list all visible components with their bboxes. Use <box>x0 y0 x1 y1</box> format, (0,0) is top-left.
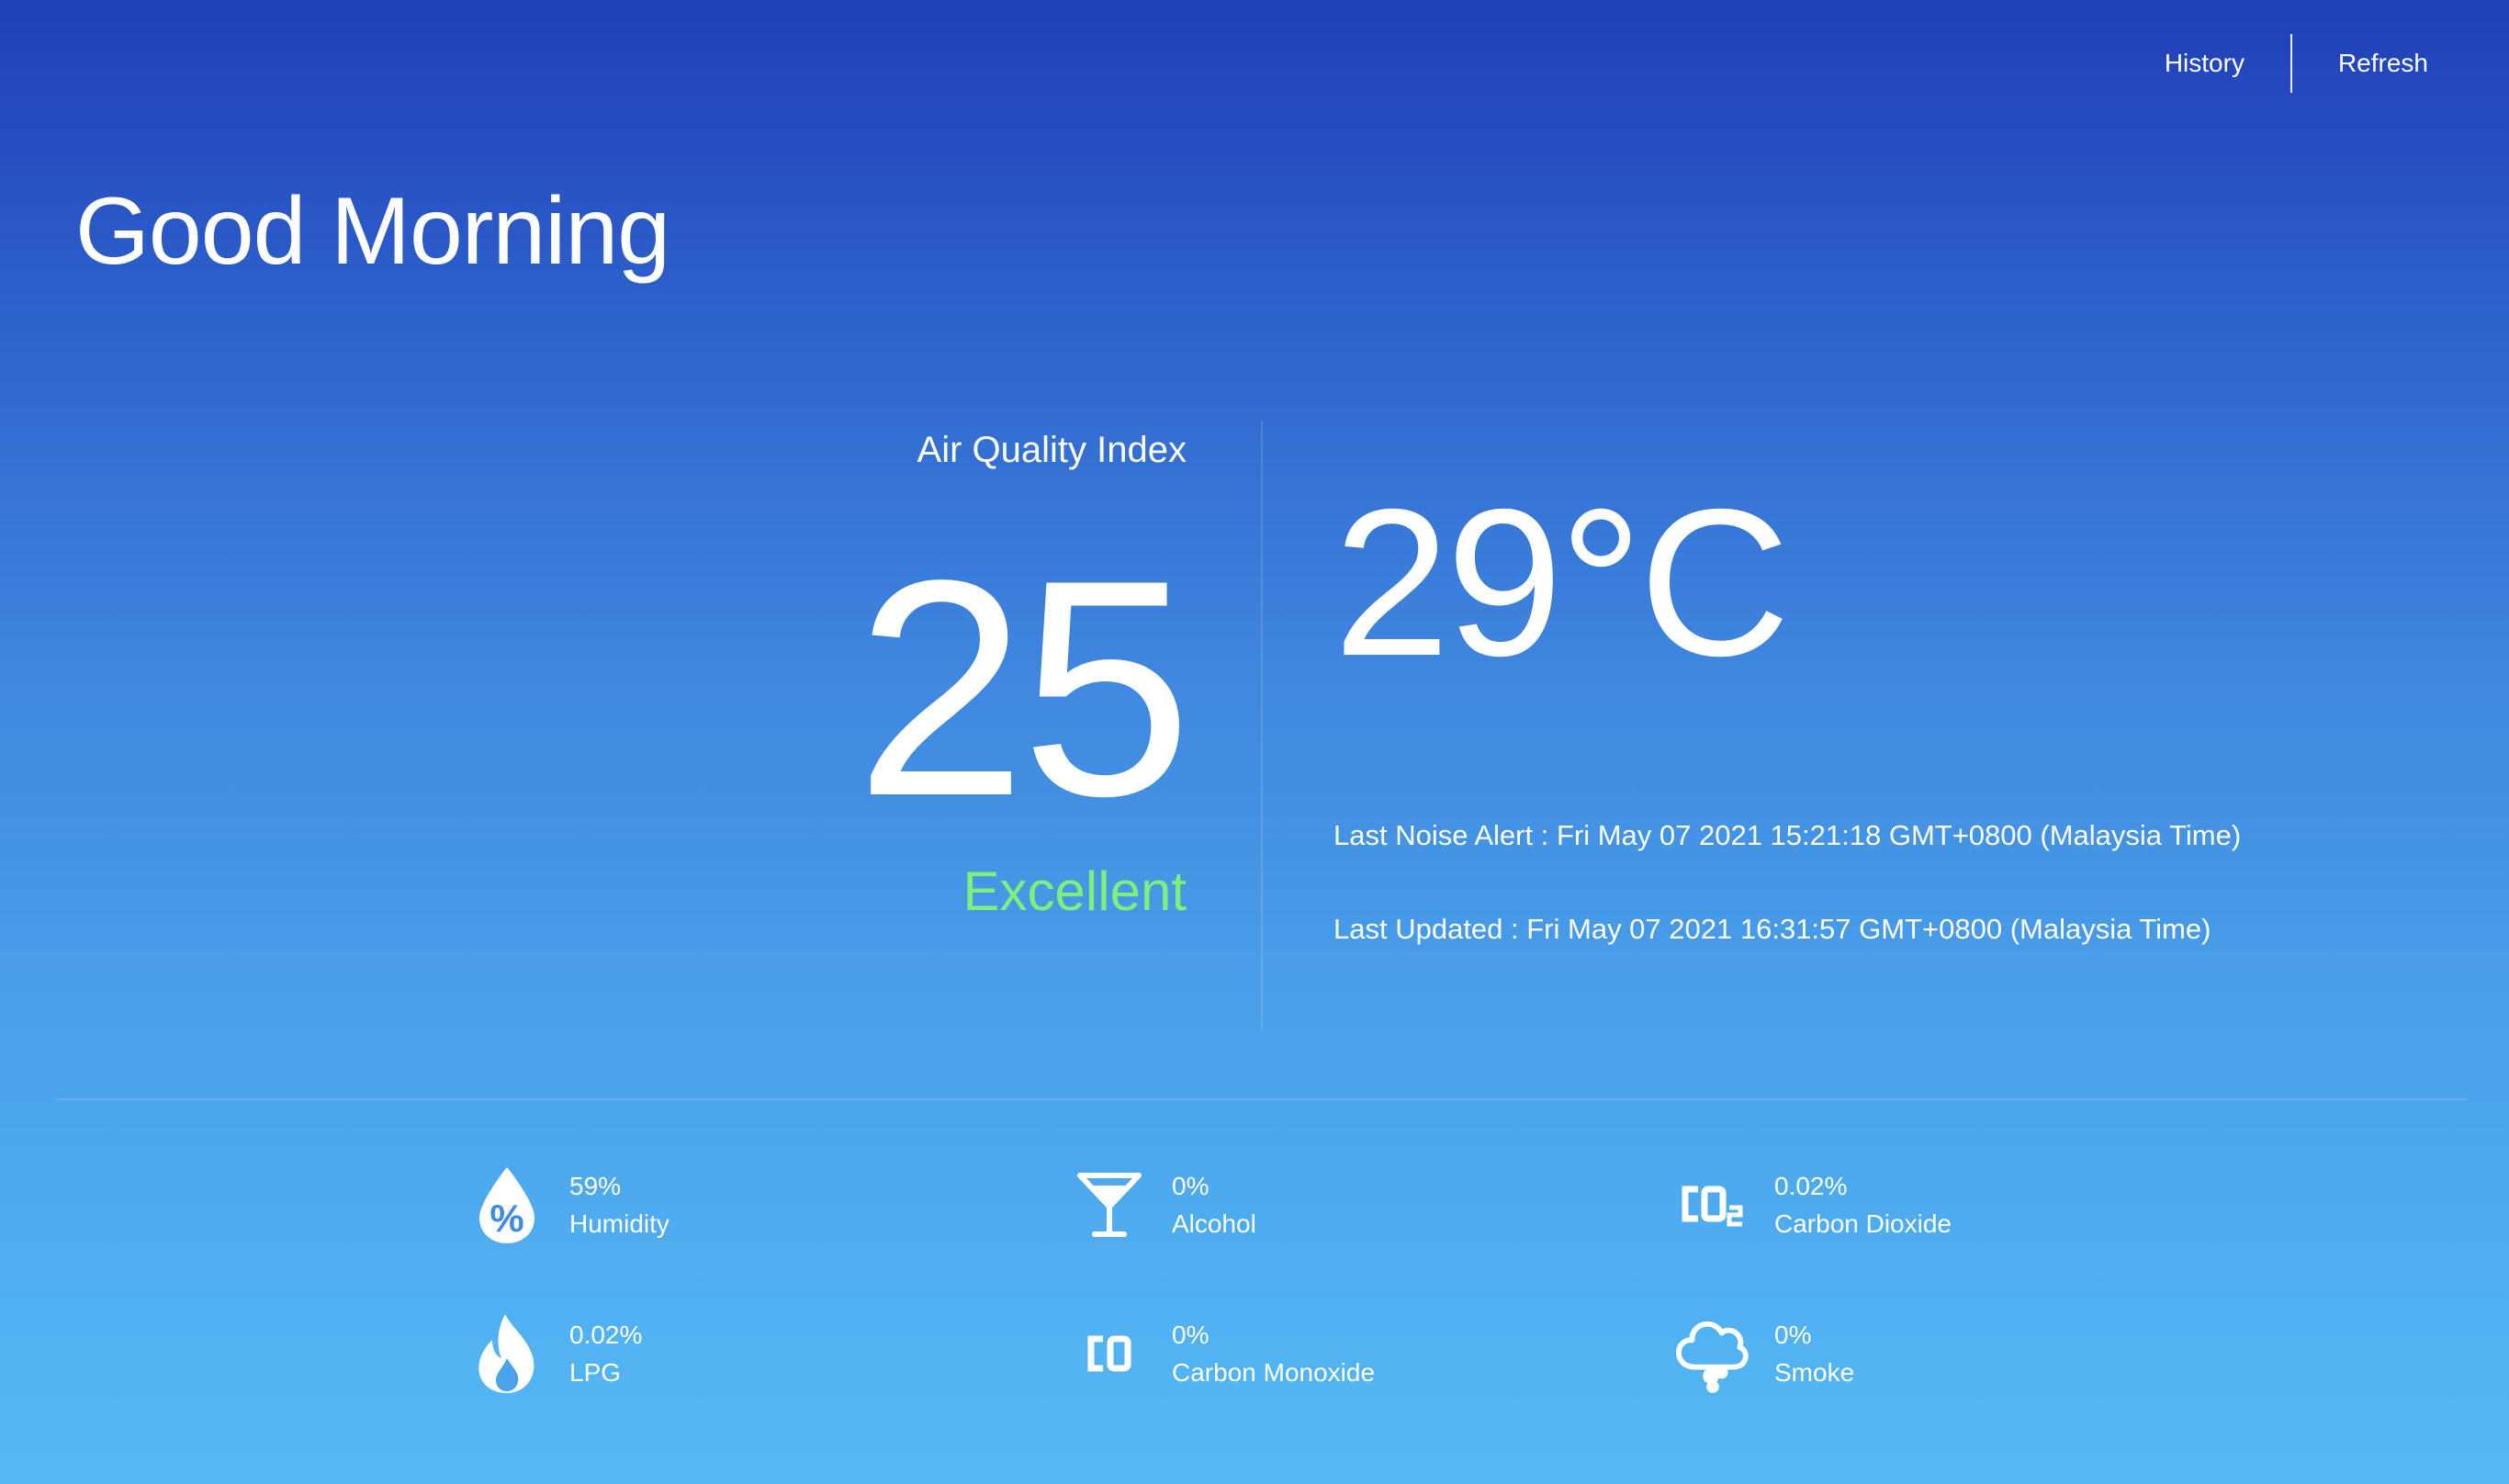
humidity-value: 59% <box>569 1172 622 1200</box>
aqi-label: Air Quality Index <box>917 430 1187 470</box>
lpg-value: 0.02% <box>569 1321 643 1349</box>
vertical-divider <box>1261 421 1263 1030</box>
smoke-label: Smoke <box>1774 1358 1855 1387</box>
aqi-status: Excellent <box>962 860 1187 922</box>
humidity-drop-icon: % <box>470 1164 544 1245</box>
humidity-label: Humidity <box>569 1209 669 1238</box>
smoke-cloud-icon <box>1675 1313 1749 1394</box>
aqi-value: 25 <box>855 516 1192 860</box>
top-navigation: History Refresh <box>2119 33 2428 94</box>
temperature-panel: 29°C Last Noise Alert : Fri May 07 2021 … <box>1333 478 2436 948</box>
noise-alert-text: Last Noise Alert : Fri May 07 2021 15:21… <box>1333 819 2242 851</box>
sensor-lpg: 0.02% LPG <box>470 1313 1073 1394</box>
svg-text:%: % <box>489 1197 523 1240</box>
alcohol-label: Alcohol <box>1172 1209 1256 1238</box>
carbon-dioxide-label: Carbon Dioxide <box>1774 1209 1952 1238</box>
sensor-grid: % 59% Humidity 0% Alcohol 0.02% Carbon D… <box>470 1164 2289 1394</box>
air-quality-panel: Air Quality Index 25 Excellent <box>544 418 1192 928</box>
history-link[interactable]: History <box>2119 33 2290 94</box>
alcohol-value: 0% <box>1172 1172 1209 1200</box>
last-updated-text: Last Updated : Fri May 07 2021 16:31:57 … <box>1333 913 2211 945</box>
smoke-value: 0% <box>1774 1321 1812 1349</box>
co2-icon <box>1675 1164 1749 1245</box>
refresh-link[interactable]: Refresh <box>2292 33 2428 94</box>
lpg-label: LPG <box>569 1358 622 1387</box>
cocktail-glass-icon <box>1073 1164 1146 1245</box>
temperature-value: 29°C <box>1333 467 1790 700</box>
flame-icon <box>470 1313 544 1394</box>
sensor-humidity: % 59% Humidity <box>470 1164 1073 1245</box>
co-icon <box>1073 1313 1146 1394</box>
sensor-carbon-dioxide: 0.02% Carbon Dioxide <box>1675 1164 2278 1245</box>
carbon-dioxide-value: 0.02% <box>1774 1172 1848 1200</box>
greeting-heading: Good Morning <box>75 178 670 285</box>
carbon-monoxide-value: 0% <box>1172 1321 1209 1349</box>
sensor-alcohol: 0% Alcohol <box>1073 1164 1675 1245</box>
horizontal-divider <box>57 1098 2467 1100</box>
sensor-smoke: 0% Smoke <box>1675 1313 2278 1394</box>
carbon-monoxide-label: Carbon Monoxide <box>1172 1358 1376 1387</box>
sensor-carbon-monoxide: 0% Carbon Monoxide <box>1073 1313 1675 1394</box>
